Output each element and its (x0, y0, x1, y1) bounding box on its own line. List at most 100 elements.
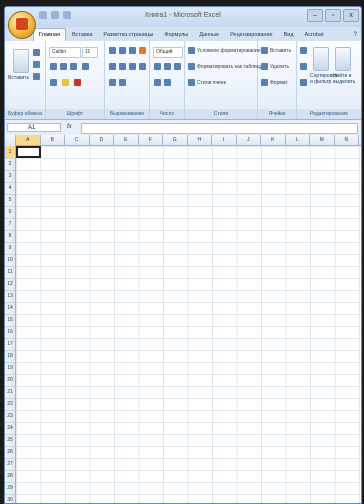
column-header-n[interactable]: N (335, 135, 359, 145)
currency-icon[interactable] (154, 63, 161, 70)
underline-icon[interactable] (70, 63, 77, 70)
increase-decimal-icon[interactable] (154, 79, 161, 86)
delete-cells-icon[interactable] (261, 63, 268, 70)
decrease-decimal-icon[interactable] (164, 79, 171, 86)
select-all-button[interactable] (5, 135, 16, 145)
conditional-formatting-button[interactable]: Условное форматирование (197, 48, 261, 54)
increase-indent-icon[interactable] (119, 79, 126, 86)
align-left-icon[interactable] (109, 63, 116, 70)
column-header-d[interactable]: D (90, 135, 114, 145)
name-box[interactable]: A1 (7, 123, 61, 132)
column-header-j[interactable]: J (237, 135, 261, 145)
tab-formulas[interactable]: Формулы (159, 29, 193, 41)
help-icon[interactable]: ? (354, 29, 361, 41)
cut-icon[interactable] (33, 49, 40, 56)
ribbon-tabs: Главная Вставка Разметка страницы Формул… (5, 27, 361, 41)
group-label-editing: Редактирование (297, 109, 361, 119)
column-header-b[interactable]: B (41, 135, 65, 145)
format-painter-icon[interactable] (33, 73, 40, 80)
tab-home[interactable]: Главная (33, 28, 66, 41)
office-button[interactable] (8, 11, 36, 39)
office-logo-icon (16, 18, 28, 30)
conditional-formatting-icon[interactable] (188, 47, 195, 54)
format-as-table-icon[interactable] (188, 63, 195, 70)
column-header-c[interactable]: C (65, 135, 90, 145)
tab-insert[interactable]: Вставка (67, 29, 97, 41)
tab-data[interactable]: Данные (194, 29, 224, 41)
cell-grid[interactable] (16, 146, 361, 503)
align-right-icon[interactable] (129, 63, 136, 70)
italic-icon[interactable] (60, 63, 67, 70)
group-label-font: Шрифт (46, 109, 104, 119)
paste-icon[interactable] (13, 49, 29, 73)
find-select-button[interactable]: Найти и выделить (333, 73, 355, 85)
fill-color-icon[interactable] (62, 79, 69, 86)
copy-icon[interactable] (33, 61, 40, 68)
column-headers: ABCDEFGHIJKLMN (5, 135, 361, 146)
column-header-g[interactable]: G (163, 135, 188, 145)
cell-styles-icon[interactable] (188, 79, 195, 86)
active-cell[interactable] (16, 146, 41, 158)
grow-font-icon[interactable] (82, 63, 89, 70)
delete-cells-button[interactable]: Удалить (270, 64, 289, 70)
find-select-icon[interactable] (335, 47, 351, 71)
close-button[interactable]: x (343, 9, 359, 22)
percent-icon[interactable] (164, 63, 171, 70)
ribbon: Вставить Буфер обмена Calibri 11 Шрифт В… (5, 41, 361, 120)
tab-page-layout[interactable]: Разметка страницы (98, 29, 158, 41)
group-editing: Сортировка и фильтр Найти и выделить Ред… (297, 41, 361, 119)
number-format-select[interactable]: Общий (153, 47, 183, 58)
sort-filter-icon[interactable] (313, 47, 329, 71)
font-color-icon[interactable] (74, 79, 81, 86)
align-top-icon[interactable] (109, 47, 116, 54)
insert-cells-button[interactable]: Вставить (270, 48, 291, 54)
cell-styles-button[interactable]: Стили ячеек (197, 80, 226, 86)
column-header-k[interactable]: K (261, 135, 286, 145)
group-label-clipboard: Буфер обмена (5, 109, 45, 119)
window-controls: – ▫ x (307, 9, 359, 22)
tab-review[interactable]: Рецензирование (225, 29, 277, 41)
column-header-m[interactable]: M (310, 135, 335, 145)
column-header-l[interactable]: L (286, 135, 310, 145)
excel-window: Книга1 - Microsoft Excel – ▫ x Главная В… (4, 6, 362, 504)
minimize-button[interactable]: – (307, 9, 323, 22)
merge-cells-icon[interactable] (139, 63, 146, 70)
wrap-text-icon[interactable] (139, 47, 146, 54)
decrease-indent-icon[interactable] (109, 79, 116, 86)
group-label-alignment: Выравнивание (105, 109, 149, 119)
sort-filter-button[interactable]: Сортировка и фильтр (310, 73, 337, 85)
autosum-icon[interactable] (300, 47, 307, 54)
font-size-select[interactable]: 11 (82, 47, 98, 58)
font-name-select[interactable]: Calibri (49, 47, 81, 58)
bold-icon[interactable] (50, 63, 57, 70)
row-header-30[interactable]: 30 (5, 494, 15, 503)
title-bar: Книга1 - Microsoft Excel – ▫ x (5, 7, 361, 39)
column-header-i[interactable]: I (212, 135, 237, 145)
insert-cells-icon[interactable] (261, 47, 268, 54)
format-cells-button[interactable]: Формат (270, 80, 288, 86)
align-bottom-icon[interactable] (129, 47, 136, 54)
format-cells-icon[interactable] (261, 79, 268, 86)
group-label-number: Число (150, 109, 184, 119)
clear-icon[interactable] (300, 79, 307, 86)
align-center-icon[interactable] (119, 63, 126, 70)
tab-acrobat[interactable]: Acrobat (300, 29, 329, 41)
fill-icon[interactable] (300, 63, 307, 70)
column-header-h[interactable]: H (188, 135, 212, 145)
column-header-e[interactable]: E (114, 135, 139, 145)
borders-icon[interactable] (50, 79, 57, 86)
worksheet[interactable]: ABCDEFGHIJKLMN 1 2 3 4 5 6 7 8 9 10 11 12 13 14 15 16 17… (5, 135, 361, 503)
tab-view[interactable]: Вид (279, 29, 299, 41)
align-middle-icon[interactable] (119, 47, 126, 54)
maximize-button[interactable]: ▫ (325, 9, 341, 22)
group-cells: Вставить Удалить Формат Ячейки (258, 41, 297, 119)
group-clipboard: Вставить Буфер обмена (5, 41, 46, 119)
insert-function-icon[interactable]: fx (67, 123, 72, 132)
formula-input[interactable] (81, 123, 358, 134)
group-styles: Условное форматирование Форматировать ка… (185, 41, 262, 119)
paste-label: Вставить (8, 75, 30, 81)
format-as-table-button[interactable]: Форматировать как таблицу (197, 64, 262, 70)
comma-style-icon[interactable] (174, 63, 181, 70)
column-header-f[interactable]: F (139, 135, 163, 145)
column-header-a[interactable]: A (16, 135, 41, 145)
